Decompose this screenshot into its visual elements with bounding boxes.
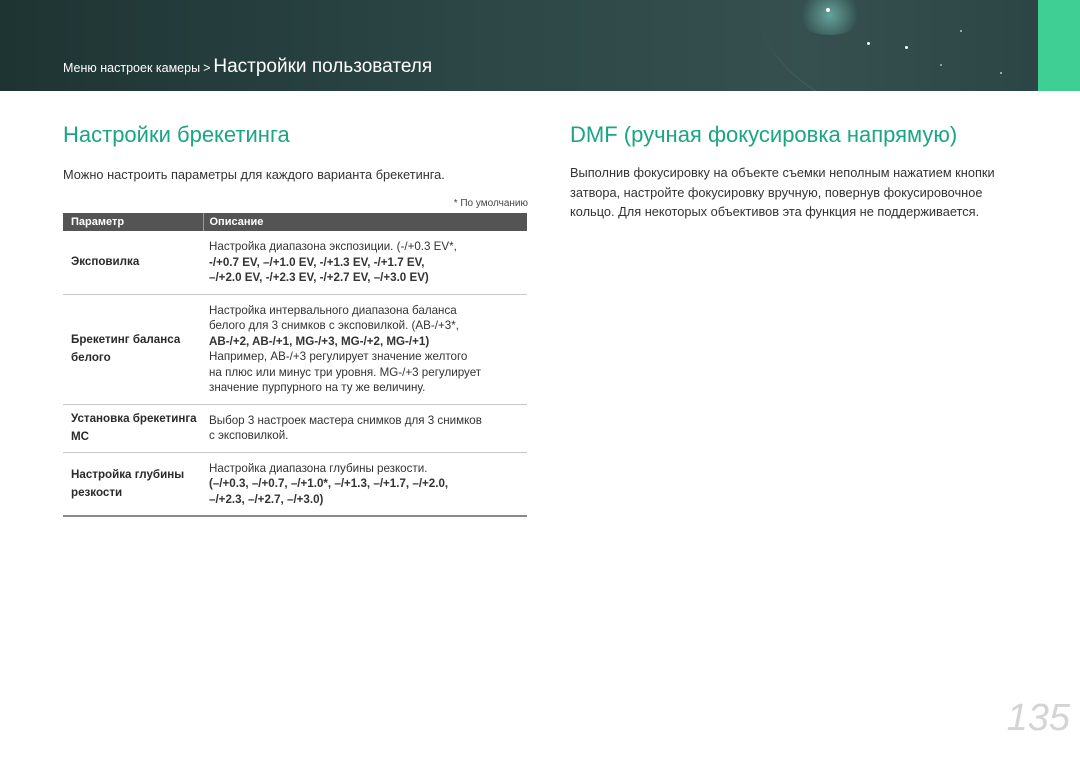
- header-sparkle: [905, 46, 908, 49]
- param-name: Эксповилка: [63, 231, 203, 295]
- default-note: * По умолчанию: [453, 198, 528, 209]
- header-sparkle: [1000, 72, 1002, 74]
- page-header: Меню настроек камеры > Настройки пользоват…: [0, 0, 1080, 91]
- header-sparkle: [867, 42, 870, 45]
- param-description: Настройка диапазона глубины резкости. (–…: [203, 452, 527, 517]
- desc-line: Например, AB-/+3 регулирует значение жел…: [209, 350, 468, 363]
- breadcrumb-separator: >: [203, 61, 211, 75]
- dmf-description: Выполнив фокусировку на объекте съемки н…: [570, 165, 995, 219]
- desc-line: -/+0.7 EV, –/+1.0 EV, -/+1.3 EV, -/+1.7 …: [209, 255, 425, 269]
- param-description: Настройка интервального диапазона баланс…: [203, 294, 527, 405]
- param-name: Настройка глубины резкости: [63, 452, 203, 517]
- param-description: Выбор 3 настроек мастера снимков для 3 с…: [203, 404, 527, 453]
- bracketing-params-table: Параметр Описание Эксповилка Настройка д…: [63, 213, 527, 517]
- desc-line: AB-/+2, AB-/+1, MG-/+3, MG-/+2, MG-/+1): [209, 334, 430, 348]
- column-header-param: Параметр: [63, 213, 203, 231]
- table-row: Эксповилка Настройка диапазона экспозици…: [63, 231, 527, 295]
- desc-line: белого для 3 снимков с эксповилкой. (AB-…: [209, 319, 459, 332]
- param-name: Установка брекетинга МС: [63, 404, 203, 453]
- chapter-tab-marker: [1038, 0, 1080, 91]
- desc-line: с эксповилкой.: [209, 429, 289, 442]
- table-row: Настройка глубины резкости Настройка диа…: [63, 452, 527, 517]
- section-title-dmf: DMF (ручная фокусировка напрямую): [570, 122, 958, 147]
- desc-line: Настройка интервального диапазона баланс…: [209, 303, 457, 317]
- header-sparkle: [826, 8, 830, 12]
- param-description: Настройка диапазона экспозиции. (-/+0.3 …: [203, 231, 527, 295]
- param-name: Брекетинг баланса белого: [63, 294, 203, 405]
- desc-line: на плюс или минус три уровня. MG-/+3 рег…: [209, 365, 482, 379]
- section-title-bracketing: Настройки брекетинга: [63, 122, 290, 147]
- desc-line: (–/+0.3, –/+0.7, –/+1.0*, –/+1.3, –/+1.7…: [209, 477, 449, 490]
- desc-line: значение пурпурного на ту же величину.: [209, 381, 426, 394]
- breadcrumb-parent[interactable]: Меню настроек камеры: [63, 61, 200, 75]
- desc-line: Настройка диапазона экспозиции. (-/+0.3 …: [209, 240, 457, 253]
- breadcrumb-current: Настройки пользователя: [213, 56, 433, 77]
- desc-line: Выбор 3 настроек мастера снимков для 3 с…: [209, 413, 482, 427]
- table-row: Установка брекетинга МС Выбор 3 настроек…: [63, 404, 527, 453]
- header-sparkle: [960, 30, 962, 32]
- desc-line: Настройка диапазона глубины резкости.: [209, 461, 428, 475]
- column-header-desc: Описание: [202, 213, 527, 231]
- table-header-row: Параметр Описание: [63, 213, 527, 231]
- desc-line: –/+2.0 EV, -/+2.3 EV, -/+2.7 EV, –/+3.0 …: [209, 271, 429, 284]
- header-sparkle: [940, 64, 942, 66]
- section-intro: Можно настроить параметры для каждого ва…: [63, 167, 445, 182]
- desc-line: –/+2.3, –/+2.7, –/+3.0): [209, 492, 324, 506]
- table-row: Брекетинг баланса белого Настройка интер…: [63, 294, 527, 405]
- breadcrumb: Меню настроек камеры > Настройки пользоват…: [63, 56, 432, 78]
- page-number: 135: [1006, 697, 1070, 739]
